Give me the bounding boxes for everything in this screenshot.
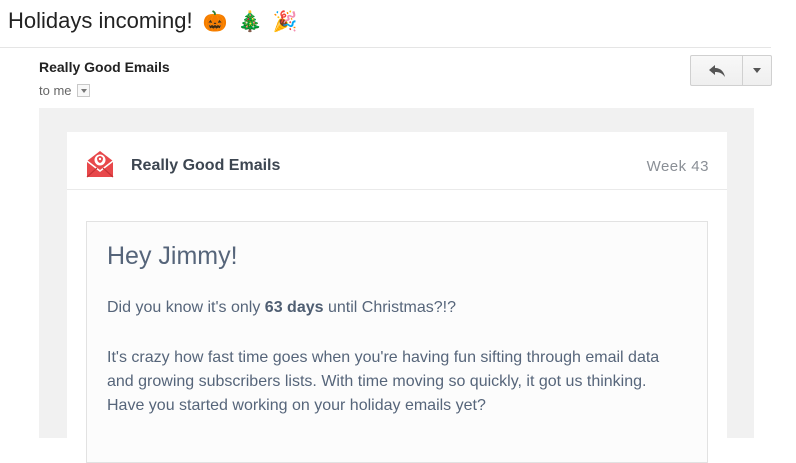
recipient-line: to me (39, 83, 90, 98)
chevron-down-icon (753, 68, 761, 73)
brand-name: Really Good Emails (131, 157, 281, 174)
message-box: Hey Jimmy! Did you know it's only 63 day… (86, 221, 708, 463)
para1-end: until Christmas?!? (323, 299, 457, 316)
reply-button[interactable] (691, 56, 743, 85)
intro-paragraph: It's crazy how fast time goes when you'r… (107, 349, 660, 414)
christmas-tree-emoji-icon: 🎄 (237, 9, 263, 33)
greeting-heading: Hey Jimmy! (107, 242, 238, 270)
pumpkin-emoji-icon: 🎃 (202, 9, 228, 33)
email-subject: Holidays incoming! 🎃 🎄 🎉 (8, 6, 298, 36)
email-body-background: Really Good Emails Week 43 Hey Jimmy! Di… (39, 108, 754, 463)
to-me-label: to me (39, 83, 72, 98)
email-card: Really Good Emails Week 43 Hey Jimmy! Di… (67, 132, 727, 463)
countdown-paragraph: Did you know it's only 63 days until Chr… (107, 296, 697, 320)
envelope-logo-icon (86, 151, 114, 178)
reply-button-group (690, 55, 772, 86)
para1-start: Did you know it's only (107, 299, 265, 316)
recipient-details-dropdown[interactable] (76, 84, 90, 97)
days-count: 63 days (264, 299, 324, 316)
reply-arrow-icon (708, 64, 725, 77)
email-header: Really Good Emails Week 43 (67, 132, 727, 190)
subject-text: Holidays incoming! (8, 8, 193, 33)
party-popper-emoji-icon: 🎉 (272, 9, 298, 33)
subject-divider (0, 47, 771, 48)
sender-name[interactable]: Really Good Emails (39, 59, 170, 75)
week-label: Week 43 (646, 158, 709, 175)
more-actions-button[interactable] (743, 56, 771, 85)
